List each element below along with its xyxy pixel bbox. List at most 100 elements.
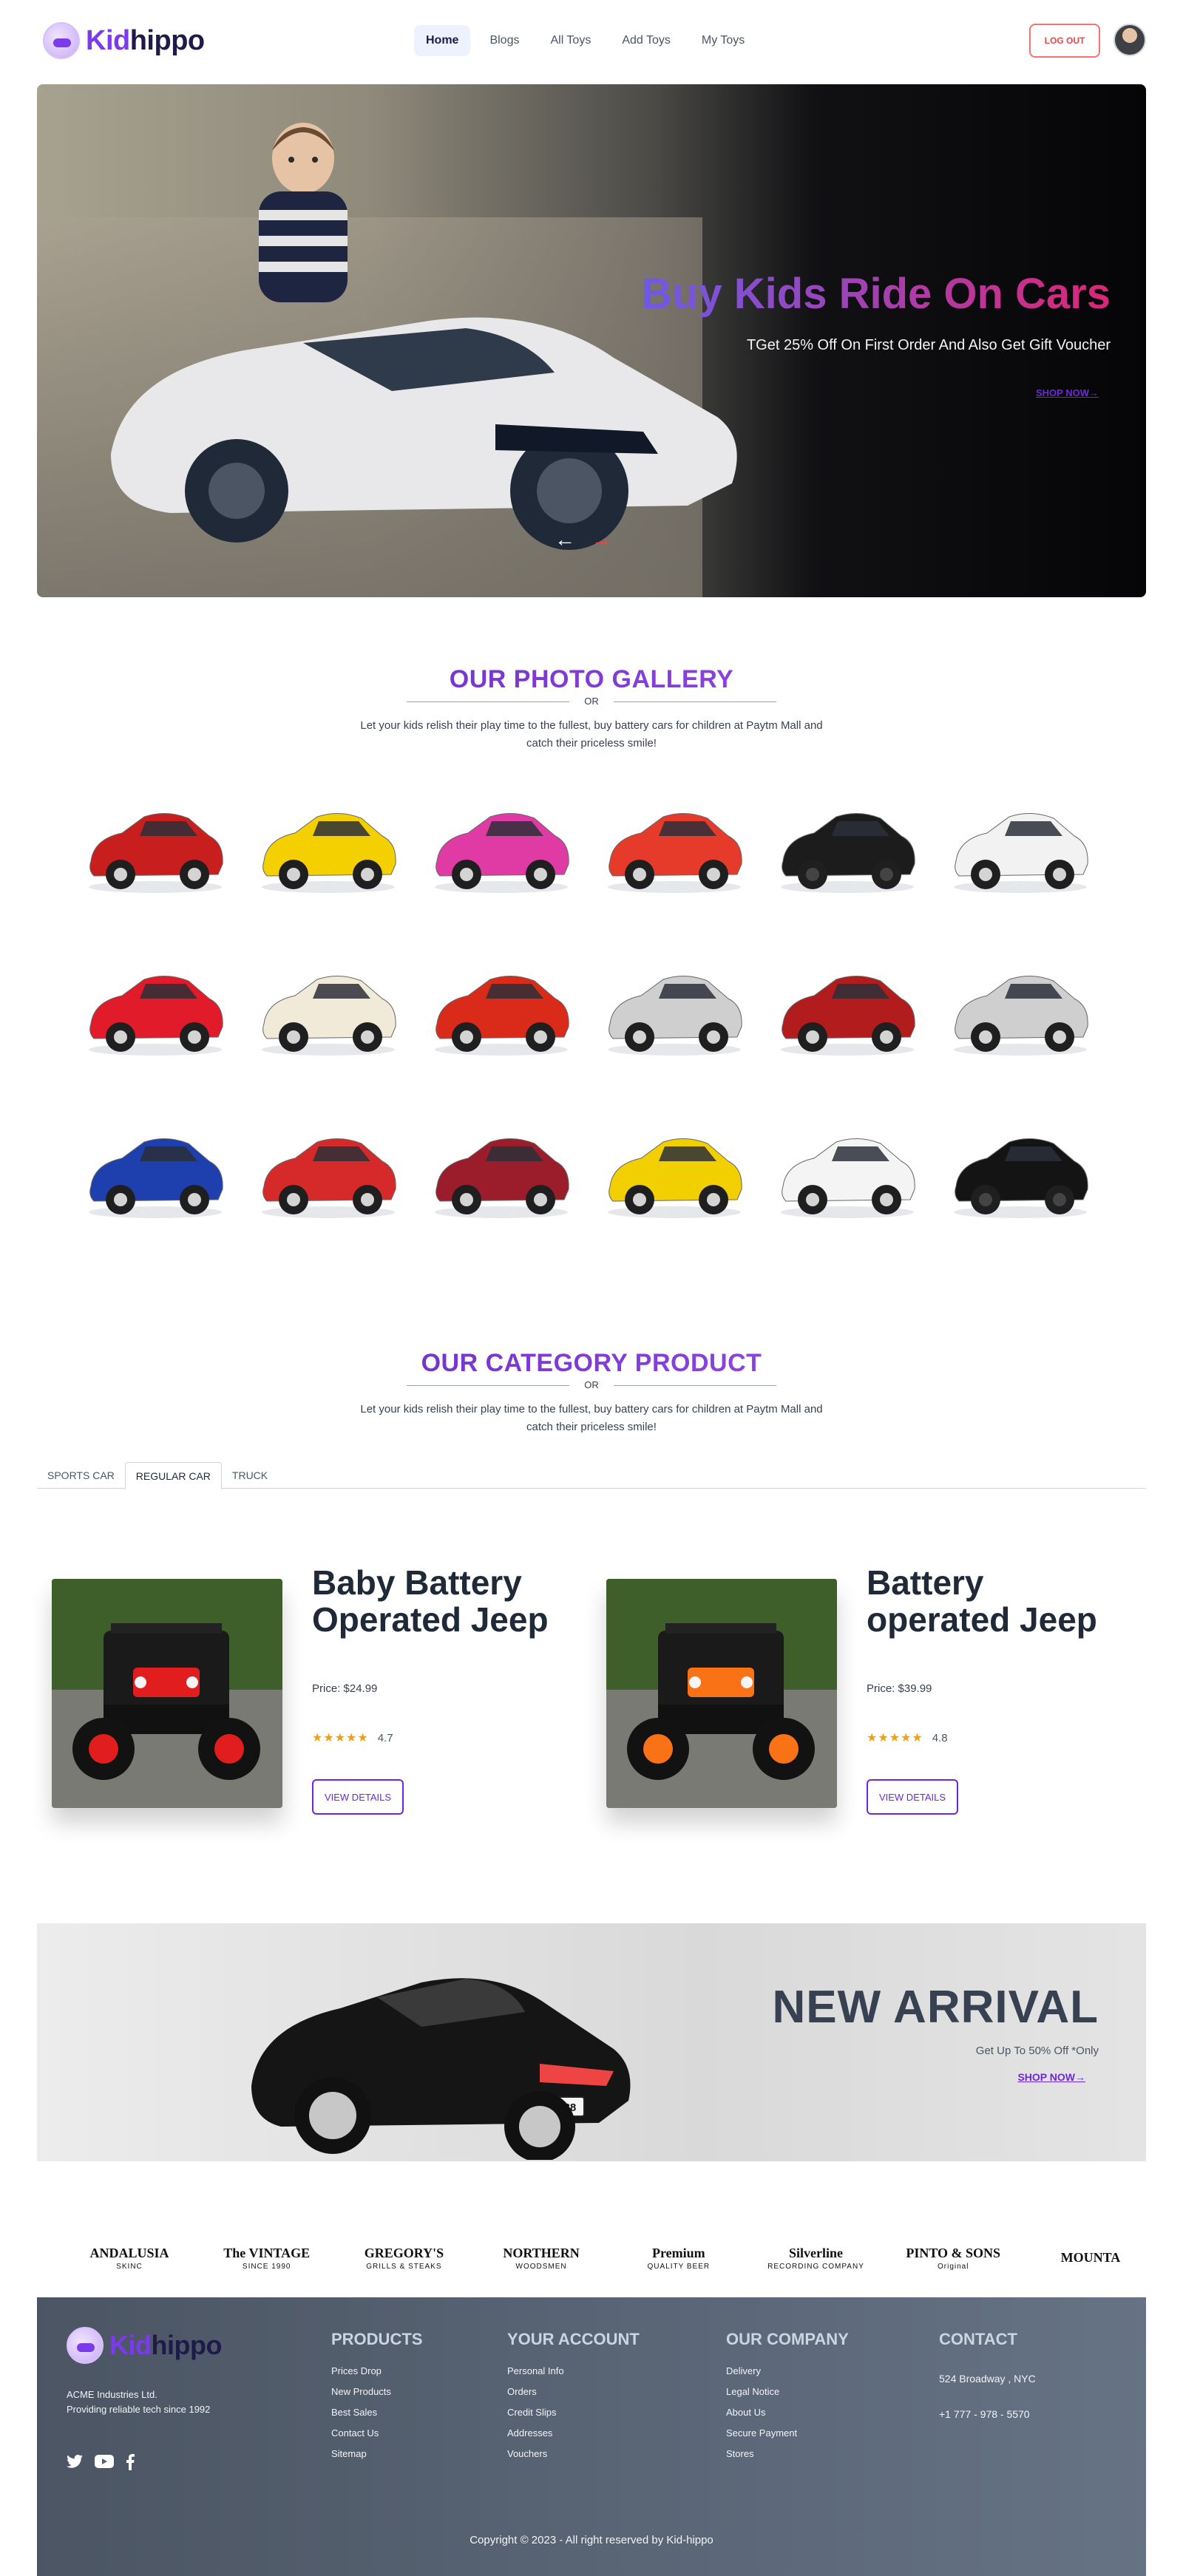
gallery-image[interactable] <box>593 942 756 1075</box>
slider-prev-arrow-icon[interactable]: ← <box>555 528 575 551</box>
nav-my-toys[interactable]: My Toys <box>690 25 756 56</box>
footer-link[interactable]: Contact Us <box>331 2423 422 2444</box>
product-card: Battery operated Jeep Price: $39.99 ★★★★… <box>592 1564 1124 1830</box>
footer-link[interactable]: Secure Payment <box>726 2423 849 2444</box>
footer-link[interactable]: Best Sales <box>331 2402 422 2423</box>
footer-link[interactable]: Sitemap <box>331 2444 422 2464</box>
copyright-text: Copyright © 2023 - All right reserved by… <box>470 2534 713 2546</box>
hero-shop-now-link[interactable]: SHOP NOW→ <box>1036 387 1099 398</box>
page: Kidhippo Home Blogs All Toys Add Toys My… <box>0 0 1183 2576</box>
gallery-image[interactable] <box>593 780 756 913</box>
slider-controls: ← → <box>555 528 612 551</box>
brand-logos-strip: ANDALUSIA SKINC The VINTAGE SINCE 1990 GREGO… <box>37 2218 1146 2299</box>
footer-company-info: ACME Industries Ltd. Providing reliable … <box>67 2388 210 2417</box>
footer-link[interactable]: Prices Drop <box>331 2361 422 2382</box>
brand-logo-name: MOUNTA <box>1060 2249 1121 2265</box>
footer-link[interactable]: Addresses <box>507 2423 640 2444</box>
gallery-image[interactable] <box>593 1105 756 1238</box>
rating-stars-icon: ★★★★★ <box>867 1732 923 1744</box>
twitter-icon[interactable] <box>67 2454 83 2469</box>
gallery-image[interactable] <box>420 942 583 1075</box>
gallery-image[interactable] <box>420 780 583 913</box>
footer-brand-name: Kidhippo <box>109 2330 222 2361</box>
brand-logo: Silverline RECORDING COMPANY <box>761 2225 872 2291</box>
footer-link[interactable]: About Us <box>726 2402 849 2423</box>
footer-column-company: OUR COMPANY Delivery Legal Notice About … <box>726 2330 849 2464</box>
footer-link[interactable]: Stores <box>726 2444 849 2464</box>
footer-link[interactable]: Orders <box>507 2382 640 2402</box>
brand-logo-tag: WOODSMEN <box>515 2263 567 2271</box>
view-details-button[interactable]: VIEW DETAILS <box>312 1779 404 1815</box>
new-arrival-title: NEW ARRIVAL <box>772 1982 1099 2033</box>
brand-logo-tag: RECORDING COMPANY <box>767 2263 864 2271</box>
brand-logo-tag: SINCE 1990 <box>242 2263 291 2271</box>
footer-column-title: YOUR ACCOUNT <box>507 2330 640 2348</box>
rating-value: 4.7 <box>377 1731 393 1744</box>
category-tabs: SPORTS CAR REGULAR CAR TRUCK <box>37 1462 1146 1489</box>
footer-link[interactable]: Delivery <box>726 2361 849 2382</box>
tab-sports-car[interactable]: SPORTS CAR <box>37 1462 125 1489</box>
user-avatar[interactable] <box>1113 24 1146 56</box>
rating-value: 4.8 <box>932 1731 948 1744</box>
gallery-image[interactable] <box>247 942 410 1075</box>
footer-link[interactable]: Personal Info <box>507 2361 640 2382</box>
main-menu: Home Blogs All Toys Add Toys My Toys <box>414 25 756 56</box>
nav-home[interactable]: Home <box>414 25 471 56</box>
logout-button[interactable]: LOG OUT <box>1029 24 1100 58</box>
gallery-image[interactable] <box>420 1105 583 1238</box>
gallery-image[interactable] <box>939 780 1102 913</box>
contact-phone[interactable]: +1 777 - 978 - 5570 <box>939 2396 1036 2432</box>
gallery-image[interactable] <box>247 780 410 913</box>
nav-all-toys[interactable]: All Toys <box>538 25 603 56</box>
footer-link[interactable]: Credit Slips <box>507 2402 640 2423</box>
gallery-image[interactable] <box>74 1105 237 1238</box>
brand-name-part2: hippo <box>151 2330 223 2360</box>
nav-blogs[interactable]: Blogs <box>478 25 531 56</box>
gallery-image[interactable] <box>766 1105 929 1238</box>
brand-name-part1: Kid <box>86 24 130 56</box>
tab-truck[interactable]: TRUCK <box>222 1462 278 1489</box>
gallery-image[interactable] <box>766 942 929 1075</box>
product-name: Baby Battery Operated Jeep <box>312 1563 549 1639</box>
footer-column-products: PRODUCTS Prices Drop New Products Best S… <box>331 2330 422 2464</box>
gallery-image[interactable] <box>939 942 1102 1075</box>
tab-regular-car[interactable]: REGULAR CAR <box>124 1462 222 1489</box>
new-arrival-banner: KL-1888 NEW ARRIVAL Get Up To 50% Off *O… <box>37 1923 1146 2161</box>
brand-logo-name: Silverline <box>789 2246 844 2260</box>
brand-logo[interactable]: Kidhippo <box>43 22 205 59</box>
arrow-right-icon: → <box>1089 387 1099 398</box>
view-details-button[interactable]: VIEW DETAILS <box>867 1779 958 1815</box>
footer-column-contact: CONTACT 524 Broadway , NYC +1 777 - 978 … <box>939 2330 1036 2432</box>
product-info: Baby Battery Operated Jeep Price: $24.99… <box>312 1564 563 1815</box>
new-arrival-subtitle: Get Up To 50% Off *Only <box>975 2045 1099 2057</box>
photo-gallery-grid <box>74 780 1109 1282</box>
footer-column-title: OUR COMPANY <box>726 2330 849 2348</box>
gallery-image[interactable] <box>74 942 237 1075</box>
footer-link[interactable]: Legal Notice <box>726 2382 849 2402</box>
footer-logo[interactable]: Kidhippo <box>67 2327 222 2364</box>
gallery-image[interactable] <box>766 780 929 913</box>
slider-next-arrow-icon[interactable]: → <box>592 528 612 551</box>
brand-name: Kidhippo <box>86 25 205 57</box>
brand-logo: GREGORY'S GRILLS & STEAKS <box>348 2225 459 2291</box>
brand-name-part2: hippo <box>129 24 205 56</box>
footer-column-account: YOUR ACCOUNT Personal Info Orders Credit… <box>507 2330 640 2464</box>
facebook-icon[interactable] <box>126 2454 135 2470</box>
rating-stars-icon: ★★★★★ <box>312 1732 369 1744</box>
hero-title: Buy Kids Ride On Cars <box>641 270 1111 318</box>
contact-address: 524 Broadway , NYC <box>939 2373 1036 2385</box>
gallery-image[interactable] <box>74 780 237 913</box>
footer-column-title: CONTACT <box>939 2330 1017 2348</box>
brand-logo-tag: Original <box>937 2263 969 2271</box>
brand-logo: MOUNTA <box>1035 2225 1146 2291</box>
footer-link[interactable]: Vouchers <box>507 2444 640 2464</box>
brand-logo-name: The VINTAGE <box>223 2246 311 2260</box>
youtube-icon[interactable] <box>95 2454 114 2469</box>
brand-logo-name: GREGORY'S <box>364 2246 444 2260</box>
gallery-image[interactable] <box>247 1105 410 1238</box>
nav-add-toys[interactable]: Add Toys <box>610 25 682 56</box>
new-arrival-shop-now-link[interactable]: SHOP NOW→ <box>1017 2071 1085 2083</box>
footer-link[interactable]: New Products <box>331 2382 422 2402</box>
gallery-image[interactable] <box>939 1105 1102 1238</box>
product-price: Price: $24.99 <box>312 1682 378 1695</box>
